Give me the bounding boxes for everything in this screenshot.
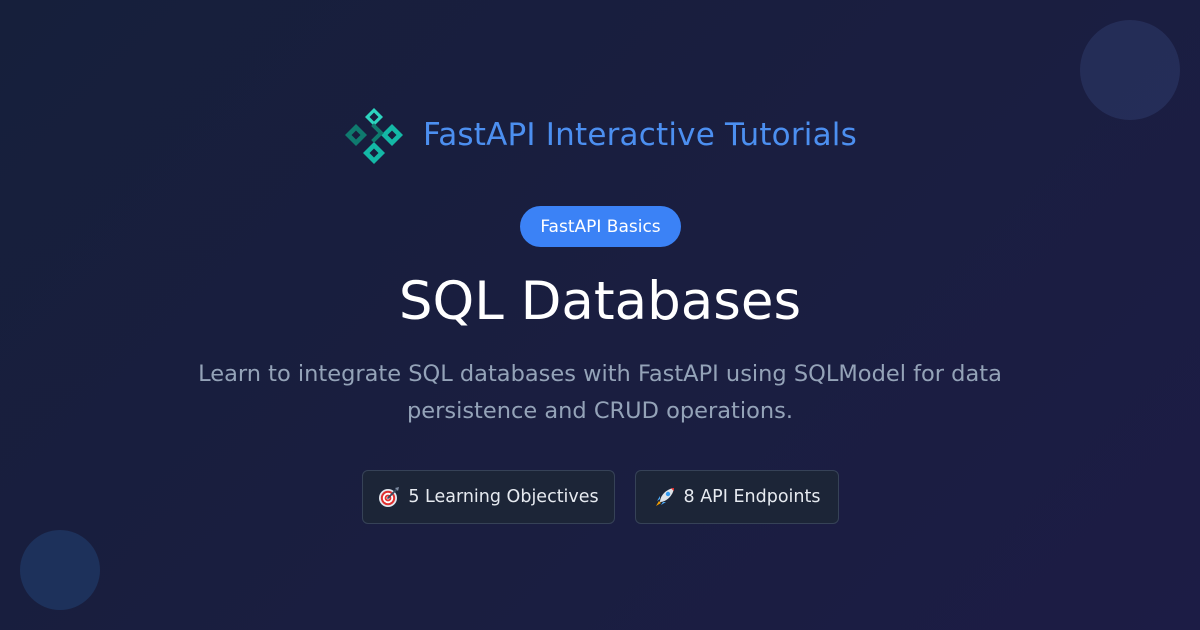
category-badge: FastAPI Basics [520,206,681,247]
brand-header: FastAPI Interactive Tutorials [0,104,1200,166]
stat-api-endpoints-label: 8 API Endpoints [683,487,821,507]
rocket-icon [655,488,674,506]
page-description: Learn to integrate SQL databases with Fa… [198,361,1002,424]
fastapi-diamond-logo-icon [345,108,404,164]
page-title: SQL Databases [398,271,802,332]
stat-learning-objectives: 5 Learning Objectives [362,470,615,524]
decorative-circle-bottom-left [20,530,100,610]
target-icon [379,487,400,507]
stats-row: 5 Learning Objectives 8 API Endpoints [0,470,1200,524]
stat-learning-objectives-label: 5 Learning Objectives [408,487,599,507]
brand-name: FastAPI Interactive Tutorials [423,117,857,153]
stat-api-endpoints: 8 API Endpoints [635,470,839,524]
og-card: FastAPI Interactive Tutorials FastAPI Ba… [0,0,1200,630]
